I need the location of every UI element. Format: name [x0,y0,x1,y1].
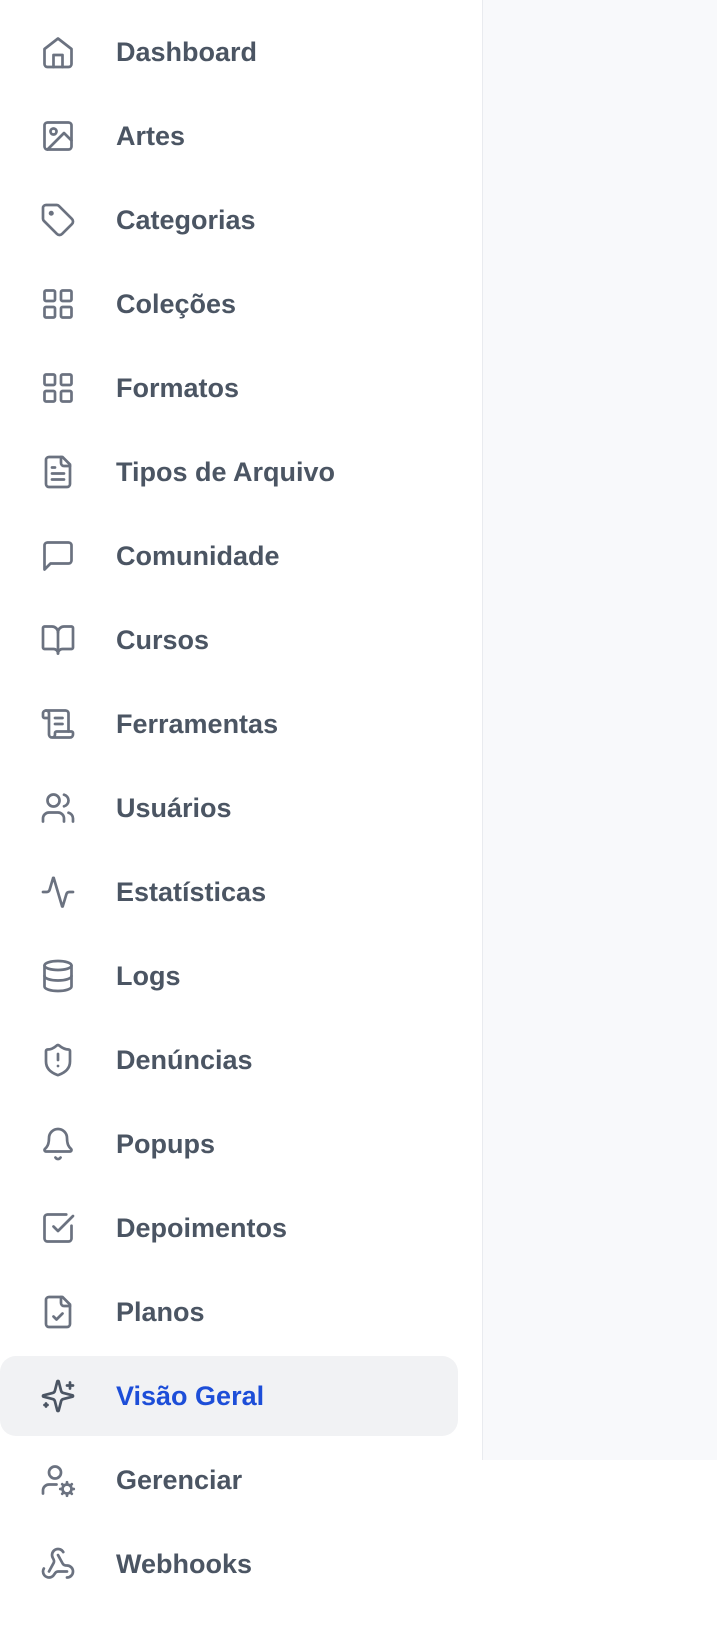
sparkles-icon [40,1378,76,1414]
scroll-icon [40,706,76,742]
grid-icon [40,286,76,322]
book-open-icon [40,622,76,658]
sidebar-item-tipos-de-arquivo[interactable]: Tipos de Arquivo [0,432,458,512]
database-icon [40,958,76,994]
sidebar-item-gerenciar[interactable]: Gerenciar [0,1440,458,1520]
check-square-icon [40,1210,76,1246]
sidebar-item-label: Popups [116,1129,215,1159]
sidebar-item-cursos[interactable]: Cursos [0,600,458,680]
sidebar-item-categorias[interactable]: Categorias [0,180,458,260]
sidebar-item-dashboard[interactable]: Dashboard [0,12,458,92]
tag-icon [40,202,76,238]
sidebar-item-label: Webhooks [116,1549,253,1579]
main-content-area [482,0,717,1460]
sidebar-item-label: Estatísticas [116,877,267,907]
sidebar-item-colecoes[interactable]: Coleções [0,264,458,344]
sidebar-item-label: Dashboard [116,37,258,67]
sidebar-item-label: Denúncias [116,1045,253,1075]
sidebar-item-label: Comunidade [116,541,280,571]
sidebar-item-artes[interactable]: Artes [0,96,458,176]
sidebar-item-label: Categorias [116,205,256,235]
sidebar-item-popups[interactable]: Popups [0,1104,458,1184]
bell-icon [40,1126,76,1162]
sidebar-item-usuarios[interactable]: Usuários [0,768,458,848]
image-icon [40,118,76,154]
sidebar-item-label: Visão Geral [116,1381,265,1411]
activity-icon [40,874,76,910]
shield-alert-icon [40,1042,76,1078]
file-text-icon [40,454,76,490]
file-check-icon [40,1294,76,1330]
sidebar-item-label: Cursos [116,625,210,655]
sidebar-item-webhooks[interactable]: Webhooks [0,1524,458,1604]
sidebar-item-ferramentas[interactable]: Ferramentas [0,684,458,764]
sidebar-item-label: Planos [116,1297,205,1327]
sidebar-item-label: Gerenciar [116,1465,243,1495]
page: Dashboard Artes Categorias Coleções Form [0,0,717,1626]
sidebar-item-label: Depoimentos [116,1213,288,1243]
sidebar-item-depoimentos[interactable]: Depoimentos [0,1188,458,1268]
home-icon [40,34,76,70]
sidebar-item-label: Artes [116,121,186,151]
sidebar-item-label: Coleções [116,289,237,319]
sidebar-item-comunidade[interactable]: Comunidade [0,516,458,596]
sidebar-item-logs[interactable]: Logs [0,936,458,1016]
sidebar-item-visao-geral[interactable]: Visão Geral [0,1356,458,1436]
sidebar-item-label: Usuários [116,793,232,823]
sidebar-item-formatos[interactable]: Formatos [0,348,458,428]
message-square-icon [40,538,76,574]
user-cog-icon [40,1462,76,1498]
sidebar-item-label: Ferramentas [116,709,279,739]
sidebar-item-label: Logs [116,961,181,991]
sidebar-item-label: Formatos [116,373,240,403]
sidebar-item-label: Tipos de Arquivo [116,457,336,487]
sidebar-item-denuncias[interactable]: Denúncias [0,1020,458,1100]
users-icon [40,790,76,826]
grid-icon [40,370,76,406]
sidebar-item-planos[interactable]: Planos [0,1272,458,1352]
sidebar-nav: Dashboard Artes Categorias Coleções Form [0,12,458,1608]
sidebar-item-estatisticas[interactable]: Estatísticas [0,852,458,932]
webhook-icon [40,1546,76,1582]
